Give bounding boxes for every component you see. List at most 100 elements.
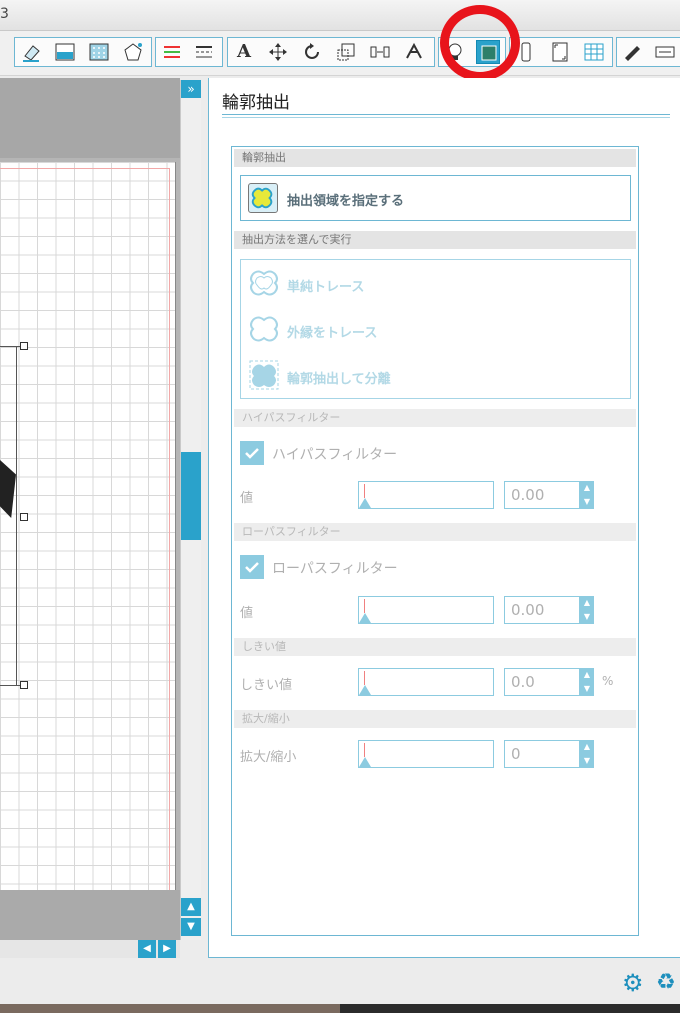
highlight-annotation-circle (440, 5, 520, 81)
horizontal-scrollbar[interactable]: ◀ ▶ (0, 940, 180, 958)
canvas-margin (0, 78, 180, 158)
selection-edge (0, 346, 20, 347)
threshold-value-field[interactable]: 0.0 (504, 668, 580, 696)
trace-panel-body: 輪郭抽出 抽出領域を指定する 抽出方法を選んで実行 単純トレース 外縁をトレース… (231, 146, 639, 936)
method-simple-trace[interactable]: 単純トレース (247, 266, 627, 302)
highpass-toggle[interactable]: ハイパスフィルター (240, 441, 540, 467)
method-label: 外縁をトレース (287, 326, 378, 341)
trace-panel: 輪郭抽出 輪郭抽出 抽出領域を指定する 抽出方法を選んで実行 単純トレース 外縁… (208, 78, 680, 958)
trace-method-list: 単純トレース 外縁をトレース 輪郭抽出して分離 (240, 259, 631, 399)
scroll-left-icon[interactable]: ◀ (138, 940, 156, 958)
slider-handle-icon[interactable] (359, 757, 371, 767)
slider-handle-icon[interactable] (359, 685, 371, 695)
lowpass-toggle[interactable]: ローパスフィルター (240, 555, 540, 581)
replicate-icon[interactable] (402, 40, 426, 64)
method-label: 輪郭抽出して分離 (287, 372, 391, 387)
lowpass-value-field[interactable]: 0.00 (504, 596, 580, 624)
slider-handle-icon[interactable] (359, 498, 371, 508)
grid-icon[interactable] (582, 40, 606, 64)
lowpass-value-label: 値 (240, 606, 254, 621)
scroll-down-icon[interactable]: ▼ (181, 918, 201, 936)
selection-handle[interactable] (20, 513, 28, 521)
threshold-value-row: しきい値 0.0 ▲ ▼ % (240, 668, 632, 698)
main-toolbar: A (0, 31, 680, 76)
threshold-slider[interactable] (358, 668, 494, 696)
scale-slider[interactable] (358, 740, 494, 768)
decrement-icon[interactable]: ▼ (580, 610, 594, 624)
align-icon[interactable] (368, 40, 392, 64)
section-threshold-header: しきい値 (234, 638, 636, 656)
decrement-icon[interactable]: ▼ (580, 682, 594, 696)
scroll-up-icon[interactable]: ▲ (181, 898, 201, 916)
simple-trace-icon (247, 266, 281, 300)
highpass-value-row: 値 0.00 ▲ ▼ (240, 481, 632, 511)
print-icon[interactable] (653, 40, 677, 64)
scale-icon[interactable] (334, 40, 358, 64)
slider-handle-icon[interactable] (359, 613, 371, 623)
section-scale-header: 拡大/縮小 (234, 710, 636, 728)
increment-icon[interactable]: ▲ (580, 668, 594, 682)
scale-value-field[interactable]: 0 (504, 740, 580, 768)
lowpass-checkbox[interactable] (240, 555, 264, 579)
move-icon[interactable] (266, 40, 290, 64)
decrement-icon[interactable]: ▼ (580, 495, 594, 509)
method-extract-separate[interactable]: 輪郭抽出して分離 (247, 358, 627, 394)
highpass-value-field[interactable]: 0.00 (504, 481, 580, 509)
gear-icon[interactable]: ⚙ (622, 970, 648, 996)
section-extract-header: 輪郭抽出 (234, 149, 636, 167)
rotate-icon[interactable] (300, 40, 324, 64)
specify-area-button[interactable]: 抽出領域を指定する (240, 175, 631, 221)
window-title: 3 (0, 6, 9, 22)
panel-title: 輪郭抽出 (222, 93, 290, 113)
lowpass-slider[interactable] (358, 596, 494, 624)
specify-area-icon (248, 183, 278, 213)
highpass-slider[interactable] (358, 481, 494, 509)
bottom-strip (0, 1004, 680, 1013)
send-icon[interactable] (621, 40, 645, 64)
fill-icon[interactable] (53, 40, 77, 64)
toolbar-group-draw (14, 37, 152, 67)
scroll-right-icon[interactable]: ▶ (158, 940, 176, 958)
toolbar-group-line (155, 37, 223, 67)
threshold-label: しきい値 (240, 678, 293, 693)
method-outer-trace[interactable]: 外縁をトレース (247, 312, 627, 348)
extract-separate-icon (247, 358, 281, 392)
canvas-area[interactable] (0, 78, 180, 958)
increment-icon[interactable]: ▲ (580, 481, 594, 495)
sync-icon[interactable]: ♻ (656, 970, 680, 996)
selection-edge (0, 685, 20, 686)
increment-icon[interactable]: ▲ (580, 740, 594, 754)
lowpass-value-row: 値 0.00 ▲ ▼ (240, 596, 632, 626)
page-setup-icon[interactable] (548, 40, 572, 64)
pattern-icon[interactable] (87, 40, 111, 64)
eraser-icon[interactable] (19, 40, 43, 64)
section-highpass-header: ハイパスフィルター (234, 409, 636, 427)
toolbar-group-send (616, 37, 680, 67)
highpass-checkbox[interactable] (240, 441, 264, 465)
line-color-icon[interactable] (160, 40, 184, 64)
line-style-icon[interactable] (192, 40, 216, 64)
threshold-unit: % (602, 674, 614, 688)
expand-panel-icon[interactable]: » (181, 80, 201, 98)
lowpass-stepper[interactable]: ▲ ▼ (580, 596, 594, 624)
method-label: 単純トレース (287, 280, 365, 295)
highpass-stepper[interactable]: ▲ ▼ (580, 481, 594, 509)
text-icon[interactable]: A (232, 40, 256, 64)
window-titlebar: 3 (0, 0, 680, 31)
scale-stepper[interactable]: ▲ ▼ (580, 740, 594, 768)
section-lowpass-header: ローパスフィルター (234, 523, 636, 541)
vertical-scrollbar[interactable]: » ▲ ▼ (180, 80, 201, 940)
toolbar-group-page (509, 37, 613, 67)
pentagon-icon[interactable] (121, 40, 145, 64)
scale-label: 拡大/縮小 (240, 750, 297, 765)
selection-edge (16, 346, 17, 686)
specify-area-label: 抽出領域を指定する (287, 194, 405, 209)
selection-handle[interactable] (20, 342, 28, 350)
threshold-stepper[interactable]: ▲ ▼ (580, 668, 594, 696)
scale-value-row: 拡大/縮小 0 ▲ ▼ (240, 740, 632, 770)
scroll-thumb[interactable] (181, 452, 201, 540)
selection-handle[interactable] (20, 681, 28, 689)
page-boundary (0, 168, 170, 958)
decrement-icon[interactable]: ▼ (580, 754, 594, 768)
increment-icon[interactable]: ▲ (580, 596, 594, 610)
